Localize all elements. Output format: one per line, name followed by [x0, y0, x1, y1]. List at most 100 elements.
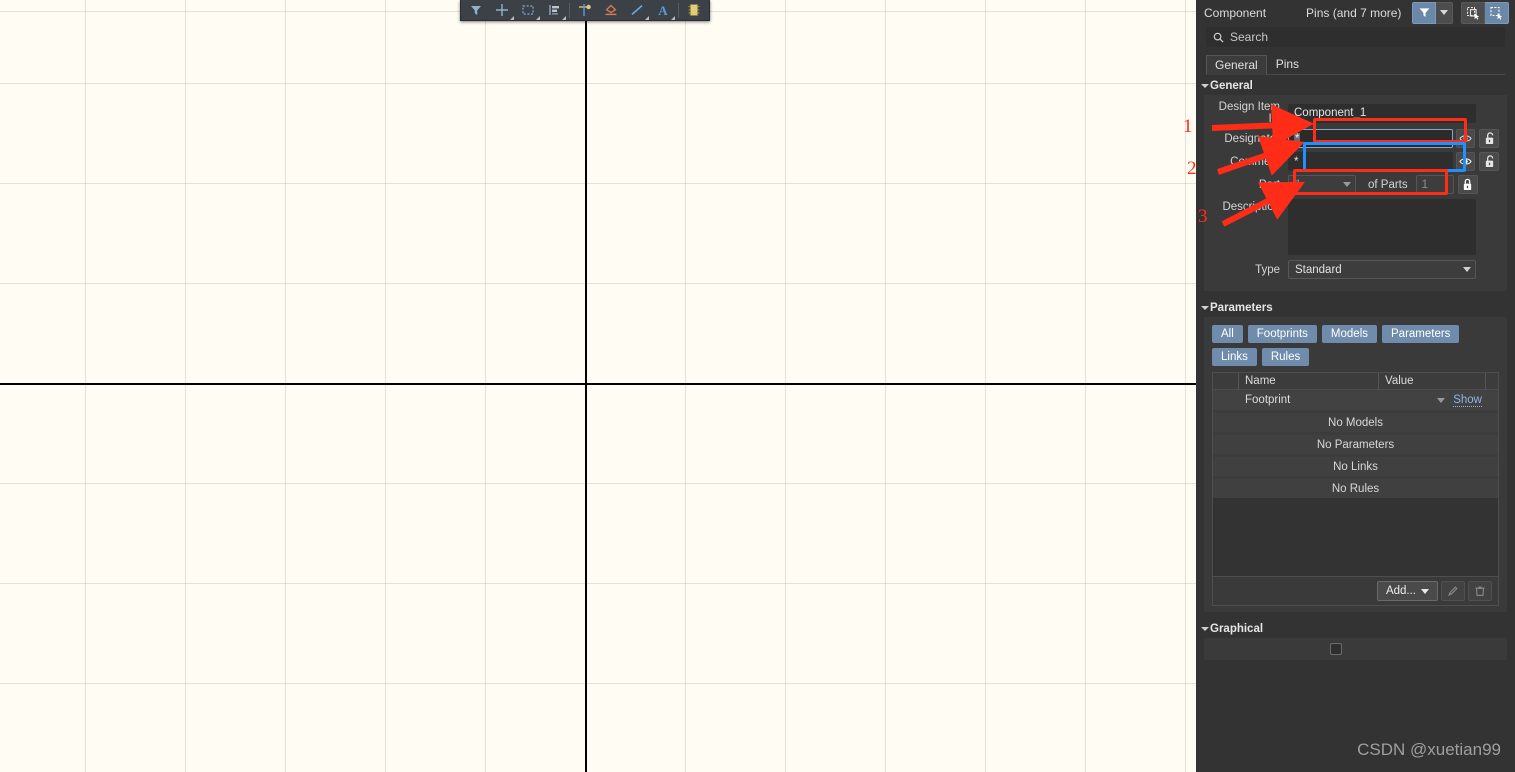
collapse-triangle-icon — [1201, 627, 1209, 631]
design-item-id-input[interactable]: Component_1 — [1288, 103, 1476, 123]
crosshair-tool-button[interactable] — [489, 1, 515, 20]
type-value: Standard — [1295, 263, 1342, 276]
collapse-triangle-icon — [1201, 306, 1209, 310]
filter-chip-links[interactable]: Links — [1212, 348, 1257, 366]
description-label: Description — [1222, 201, 1280, 213]
eye-icon — [1459, 135, 1472, 142]
panel-title: Component — [1204, 5, 1267, 20]
filter-chip-rules[interactable]: Rules — [1261, 348, 1310, 366]
canvas-toolbar: A — [460, 0, 710, 21]
filter-chip-parameters[interactable]: Parameters — [1382, 325, 1460, 343]
chevron-down-icon — [1343, 182, 1351, 187]
select-area-tool-button[interactable] — [515, 1, 541, 20]
chevron-down-icon[interactable] — [562, 15, 566, 20]
toolbar-separator — [569, 2, 570, 18]
chevron-down-icon[interactable] — [536, 15, 540, 20]
comment-label: Comment — [1230, 155, 1280, 168]
chevron-down-icon — [1440, 10, 1448, 15]
properties-panel: Component Pins (and 7 more) Search Gener… — [1196, 0, 1515, 772]
add-button[interactable]: Add... — [1376, 581, 1438, 601]
canvas-grid — [0, 0, 1196, 772]
designator-label: Designator — [1224, 132, 1280, 145]
panel-subtitle: Pins (and 7 more) — [1306, 5, 1402, 20]
empty-row-no-links: No Links — [1213, 457, 1498, 476]
parameters-section-body: All Footprints Models Parameters Links R… — [1204, 317, 1507, 612]
filter-chip-models[interactable]: Models — [1321, 325, 1377, 343]
tab-pins[interactable]: Pins — [1267, 54, 1308, 74]
canvas-axis-vertical — [585, 0, 587, 772]
search-row: Search — [1196, 25, 1515, 47]
empty-row-no-parameters: No Parameters — [1213, 435, 1498, 454]
of-parts-input[interactable]: 1 — [1415, 175, 1454, 194]
select-inside-button[interactable] — [1461, 1, 1485, 24]
chevron-down-icon[interactable] — [1437, 397, 1446, 403]
parameters-table-empty-space — [1213, 498, 1498, 576]
locked-icon — [1463, 178, 1472, 190]
part-value: 1 — [1295, 178, 1302, 191]
parameter-filter-chips: All Footprints Models Parameters Links R… — [1212, 325, 1499, 366]
designator-visibility-button[interactable] — [1456, 129, 1475, 148]
panel-filter-button[interactable] — [1412, 1, 1436, 24]
comment-lock-button[interactable] — [1479, 152, 1499, 171]
row-part: Part 1 of Parts 1 — [1212, 175, 1499, 194]
type-select[interactable]: Standard — [1288, 260, 1476, 279]
section-header-graphical[interactable]: Graphical — [1196, 618, 1515, 638]
section-header-parameters-label: Parameters — [1210, 302, 1273, 314]
schematic-canvas[interactable] — [0, 0, 1196, 772]
row-description: Description — [1212, 199, 1499, 255]
filter-tool-button[interactable] — [463, 1, 489, 20]
section-header-general[interactable]: General — [1196, 75, 1515, 95]
align-tool-button[interactable] — [541, 1, 567, 20]
section-header-graphical-label: Graphical — [1210, 623, 1264, 635]
design-item-id-label: Design Item ID — [1218, 101, 1280, 125]
row-designator: Designator * — [1212, 129, 1499, 148]
panel-filter-dropdown-button[interactable] — [1436, 1, 1453, 24]
row-type: Type Standard — [1212, 260, 1499, 279]
part-lock-button[interactable] — [1457, 175, 1478, 194]
unlocked-icon — [1485, 155, 1493, 167]
column-header-name[interactable]: Name — [1239, 373, 1379, 389]
chevron-down-icon[interactable] — [510, 15, 514, 20]
empty-row-no-models: No Models — [1213, 413, 1498, 432]
search-icon — [1213, 32, 1224, 43]
tab-general[interactable]: General — [1206, 55, 1267, 75]
trash-icon — [1475, 586, 1485, 596]
delete-parameter-button[interactable] — [1468, 581, 1492, 601]
chevron-down-icon — [1421, 588, 1429, 594]
toolbar-separator — [678, 2, 679, 18]
chevron-down-icon[interactable] — [645, 15, 649, 20]
panel-tabs: General Pins — [1206, 54, 1505, 75]
filter-chip-all[interactable]: All — [1212, 325, 1243, 343]
place-pin-tool-button[interactable] — [572, 1, 598, 20]
search-placeholder: Search — [1230, 30, 1269, 44]
general-section-body: Design Item ID Component_1 Designator * — [1204, 95, 1507, 291]
select-touching-button[interactable] — [1485, 1, 1509, 24]
filter-button-group — [1412, 1, 1453, 24]
add-button-label: Add... — [1385, 585, 1416, 597]
description-textarea[interactable] — [1288, 199, 1476, 255]
parameters-table-footer: Add... — [1212, 577, 1499, 606]
part-select[interactable]: 1 — [1288, 175, 1356, 194]
filter-chip-footprints[interactable]: Footprints — [1247, 325, 1317, 343]
show-link[interactable]: Show — [1453, 394, 1482, 407]
place-text-tool-button[interactable]: A — [650, 1, 676, 20]
comment-input[interactable]: * — [1288, 152, 1453, 171]
parameters-table: Name Value Footprint Show No Models No P… — [1212, 372, 1499, 577]
column-header-value[interactable]: Value — [1379, 373, 1486, 389]
chevron-down-icon[interactable] — [671, 15, 675, 20]
designator-lock-button[interactable] — [1479, 129, 1499, 148]
row-comment: Comment * — [1212, 152, 1499, 171]
designator-input[interactable]: * — [1288, 129, 1453, 148]
column-header-spacer — [1213, 373, 1239, 389]
mirrored-checkbox[interactable] — [1330, 643, 1342, 655]
place-line-tool-button[interactable] — [624, 1, 650, 20]
section-header-parameters[interactable]: Parameters — [1196, 297, 1515, 317]
chevron-down-icon — [1463, 267, 1471, 272]
search-input[interactable]: Search — [1206, 27, 1505, 47]
place-component-tool-button[interactable] — [681, 1, 707, 20]
comment-visibility-button[interactable] — [1456, 152, 1475, 171]
table-row[interactable]: Footprint Show — [1213, 390, 1498, 410]
edit-parameter-button[interactable] — [1441, 581, 1465, 601]
place-symbol-tool-button[interactable] — [598, 1, 624, 20]
svg-text:A: A — [658, 3, 668, 17]
